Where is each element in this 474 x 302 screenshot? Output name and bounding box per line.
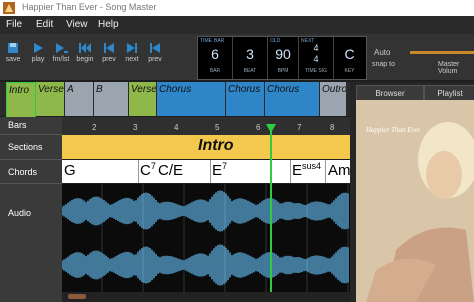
sections-track[interactable]: Intro (62, 135, 350, 159)
overview-segment[interactable]: B (94, 82, 128, 116)
menu-file[interactable]: File (6, 19, 22, 30)
key-cell[interactable]: C KEY (334, 37, 365, 79)
key-value: C (344, 46, 355, 62)
track-label-audio[interactable]: Audio (0, 184, 62, 302)
position-display: TIME BAR 6 BAR 3 BEAT OLD 90 BPM NEXT 4 … (197, 36, 367, 80)
section-label: Intro (198, 137, 234, 154)
beat-value: 3 (246, 46, 254, 62)
loop-button[interactable]: fm/lst (48, 36, 74, 78)
overview-segment[interactable]: Verse (129, 82, 156, 116)
chord-label[interactable]: Am (328, 161, 351, 179)
next-icon (127, 43, 137, 53)
chord-label[interactable]: Esus4 (292, 161, 321, 179)
audio-waveform (61, 184, 349, 292)
ruler-tick: 2 (92, 123, 97, 132)
chord-divider (290, 160, 291, 183)
overview-segment[interactable]: Outro (320, 82, 346, 116)
skip-to-start-icon (79, 43, 91, 53)
scroll-thumb[interactable] (68, 294, 86, 299)
auto-controls: Auto snap to Master Volum (368, 36, 474, 78)
overview-segment[interactable]: Chorus (157, 82, 225, 116)
album-art: Happier Than Ever (356, 100, 474, 302)
ruler-tick: 5 (215, 123, 220, 132)
bpm-cell[interactable]: OLD 90 BPM (268, 37, 299, 79)
chord-label[interactable]: E7 (212, 161, 227, 179)
menu-view[interactable]: View (66, 19, 88, 30)
overview-segment[interactable]: Chorus (265, 82, 319, 116)
menu-bar: File Edit View Help (0, 16, 474, 34)
bar-cell: TIME BAR 6 BAR (198, 37, 233, 79)
song-overview[interactable]: Intro Verse A B Verse Chorus Chorus Chor… (0, 82, 350, 118)
chords-track[interactable]: G C7 C/E E7 Esus4 Am (62, 160, 351, 183)
previous-icon (104, 43, 114, 53)
horizontal-scrollbar[interactable] (62, 292, 350, 302)
playhead-marker-icon[interactable] (265, 124, 277, 134)
save-button[interactable]: save (0, 36, 26, 78)
overview-segment[interactable]: Verse (36, 82, 64, 116)
track-label-sections[interactable]: Sections (0, 135, 62, 160)
title-bar: Happier Than Ever - Song Master (0, 0, 474, 16)
waveform-channel (61, 190, 349, 232)
play-icon (34, 43, 43, 53)
auto-label[interactable]: Auto (374, 48, 390, 57)
snap-to-label: snap to (372, 61, 395, 68)
chord-label[interactable]: C7 (140, 161, 156, 179)
chord-divider (138, 160, 139, 183)
chord-divider (210, 160, 211, 183)
bpm-value: 90 (275, 46, 291, 62)
beat-cell: 3 BEAT (233, 37, 268, 79)
ruler-tick: 8 (330, 123, 335, 132)
chord-label[interactable]: C/E (158, 161, 183, 179)
bar-value: 6 (211, 46, 219, 62)
window-title: Happier Than Ever - Song Master (22, 2, 157, 12)
overview-segment[interactable]: Chorus (226, 82, 264, 116)
prev-section-button[interactable]: prev (142, 36, 168, 78)
volume-label: Master Volum (438, 61, 460, 75)
album-portrait (366, 122, 474, 302)
menu-help[interactable]: Help (98, 19, 119, 30)
volume-slider[interactable] (410, 51, 474, 54)
save-icon (8, 43, 18, 53)
track-label-chords[interactable]: Chords (0, 160, 62, 184)
chord-label[interactable]: G (64, 161, 76, 179)
track-label-bars[interactable]: Bars (0, 117, 62, 135)
overview-segment[interactable]: Intro (6, 82, 36, 118)
ruler-tick: 3 (133, 123, 138, 132)
ruler-tick: 7 (297, 123, 302, 132)
waveform-channel (61, 244, 349, 286)
time-sig-cell[interactable]: NEXT 4 4 TIME SIG (299, 37, 334, 79)
bar-ruler[interactable]: 2 3 4 5 6 7 8 (62, 117, 350, 135)
overview-segment[interactable]: A (65, 82, 93, 116)
previous-section-icon (150, 43, 160, 53)
begin-button[interactable]: begin (72, 36, 98, 78)
app-icon (3, 2, 15, 14)
loop-play-icon (56, 43, 68, 53)
chord-divider (325, 160, 326, 183)
audio-track[interactable] (61, 184, 350, 292)
menu-edit[interactable]: Edit (36, 19, 53, 30)
ruler-tick: 6 (256, 123, 261, 132)
playhead[interactable] (270, 124, 272, 292)
ruler-tick: 4 (174, 123, 179, 132)
